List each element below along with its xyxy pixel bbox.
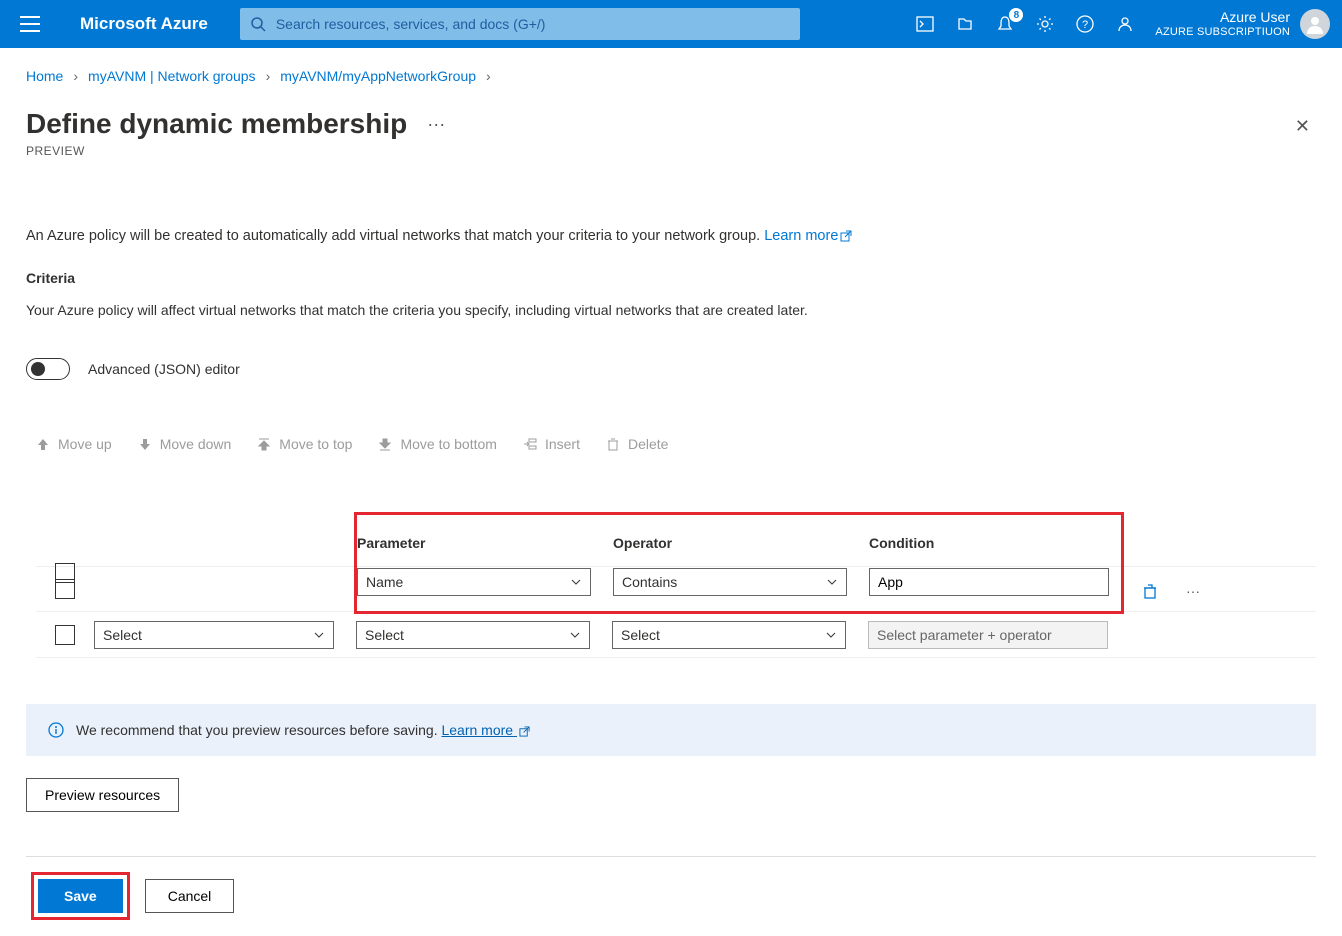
row-checkbox[interactable] [55,579,75,599]
column-header-parameter: Parameter [357,535,613,551]
breadcrumb: Home› myAVNM | Network groups› myAVNM/my… [26,68,1316,84]
chevron-down-icon [826,576,838,588]
criteria-heading: Criteria [26,270,1316,286]
column-header-condition: Condition [869,535,1121,551]
move-top-button[interactable]: Move to top [257,436,352,452]
learn-more-link[interactable]: Learn more [764,228,852,244]
menu-icon[interactable] [20,12,44,36]
chevron-down-icon [569,629,581,641]
condition-input[interactable] [869,568,1109,596]
svg-text:?: ? [1082,19,1088,31]
chevron-down-icon [570,576,582,588]
preview-tag: PREVIEW [26,144,407,158]
preview-info-banner: We recommend that you preview resources … [26,704,1316,756]
insert-button[interactable]: Insert [523,436,580,452]
operator-select[interactable]: Select [612,621,846,649]
parameter-select[interactable]: Select [356,621,590,649]
breadcrumb-item[interactable]: myAVNM/myAppNetworkGroup [280,68,476,84]
preview-resources-button[interactable]: Preview resources [26,778,179,812]
row-more-icon[interactable]: ··· [1186,583,1200,599]
criteria-toolbar: Move up Move down Move to top Move to bo… [36,436,1316,452]
save-button[interactable]: Save [38,879,123,913]
criteria-desc: Your Azure policy will affect virtual ne… [26,302,1316,318]
settings-icon[interactable] [1035,14,1055,34]
move-down-button[interactable]: Move down [138,436,232,452]
delete-button[interactable]: Delete [606,436,668,452]
notifications-badge: 8 [1009,8,1023,22]
operator-select[interactable]: Contains [613,568,847,596]
more-icon[interactable]: ··· [427,114,445,135]
feedback-icon[interactable] [1115,14,1135,34]
search-icon [250,16,266,32]
subscription-label: AZURE SUBSCRIPTIUON [1155,26,1290,39]
chevron-down-icon [825,629,837,641]
close-icon[interactable]: ✕ [1289,110,1316,143]
search-input-wrapper[interactable] [240,8,800,40]
column-header-operator: Operator [613,535,869,551]
info-icon [48,722,64,738]
user-block[interactable]: Azure User AZURE SUBSCRIPTIUON [1155,9,1330,39]
intro-text: An Azure policy will be created to autom… [26,228,1316,244]
json-editor-toggle[interactable] [26,358,70,380]
directory-icon[interactable] [955,14,975,34]
avatar [1300,9,1330,39]
condition-input-disabled: Select parameter + operator [868,621,1108,649]
andor-select[interactable]: Select [94,621,334,649]
brand-label: Microsoft Azure [80,14,208,34]
user-name: Azure User [1155,9,1290,26]
breadcrumb-item[interactable]: myAVNM | Network groups [88,68,256,84]
cloud-shell-icon[interactable] [915,14,935,34]
delete-row-icon[interactable] [1142,583,1158,599]
breadcrumb-item[interactable]: Home [26,68,63,84]
row-checkbox[interactable] [55,625,75,645]
parameter-select[interactable]: Name [357,568,591,596]
search-input[interactable] [276,16,790,32]
cancel-button[interactable]: Cancel [145,879,235,913]
move-up-button[interactable]: Move up [36,436,112,452]
banner-learn-more-link[interactable]: Learn more [441,722,529,738]
help-icon[interactable]: ? [1075,14,1095,34]
json-editor-label: Advanced (JSON) editor [88,361,240,377]
notifications-icon[interactable]: 8 [995,14,1015,34]
move-bottom-button[interactable]: Move to bottom [378,436,497,452]
page-title: Define dynamic membership [26,108,407,140]
chevron-down-icon [313,629,325,641]
